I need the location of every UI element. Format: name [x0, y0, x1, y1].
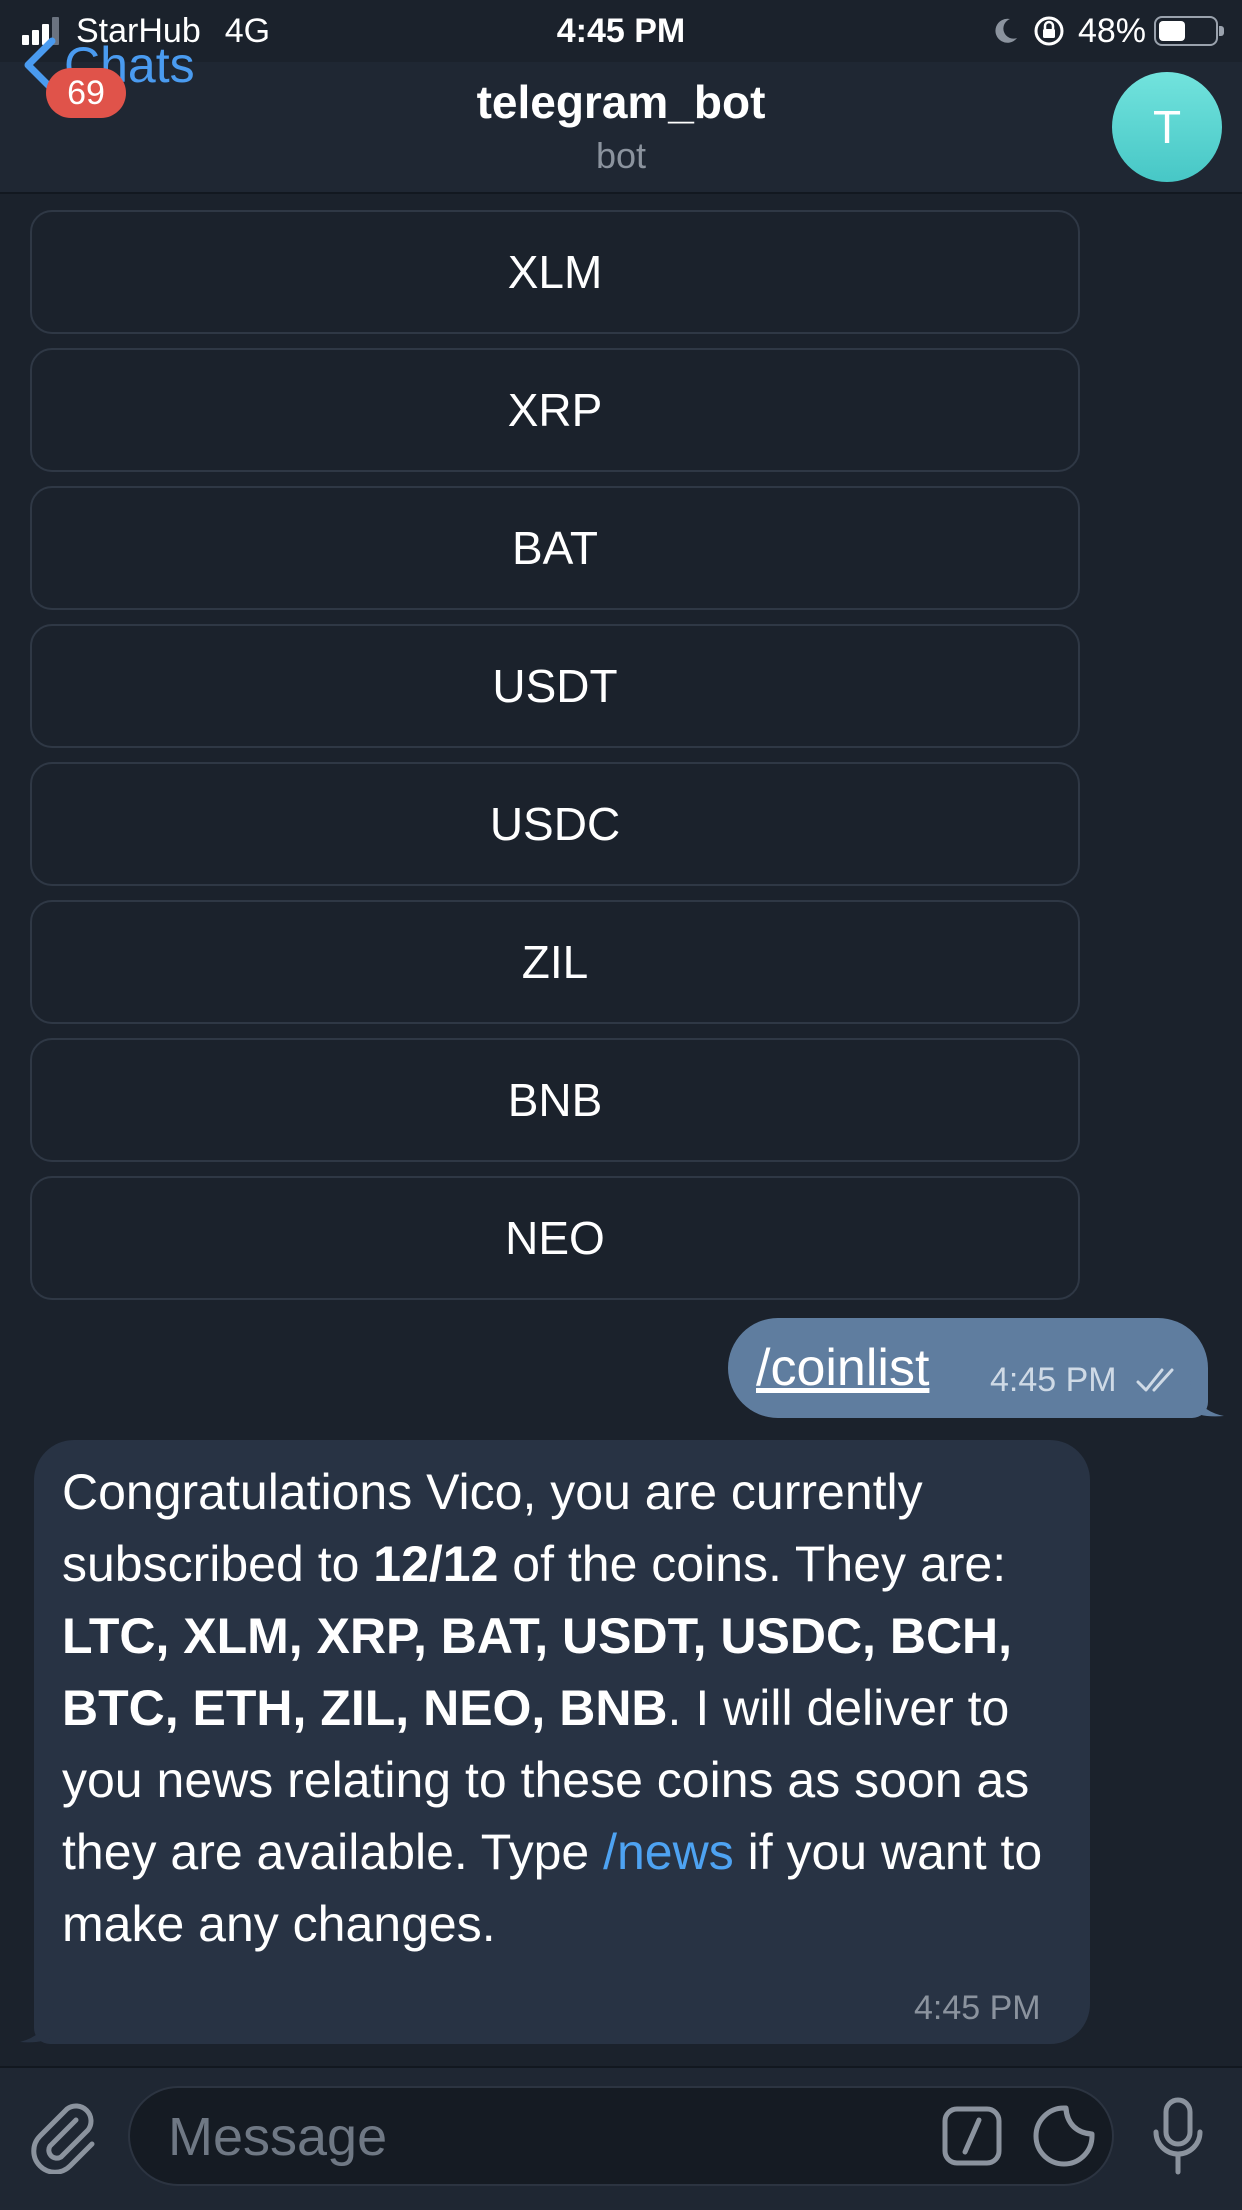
avatar[interactable]: T [1112, 72, 1222, 182]
bot-commands-icon[interactable] [942, 2106, 1002, 2166]
bubble-tail [20, 2004, 54, 2043]
outgoing-message-time: 4:45 PM [990, 1361, 1117, 1399]
incoming-message-time: 4:45 PM [914, 1989, 1041, 2027]
sticker-icon[interactable] [1032, 2104, 1096, 2168]
chat-subtitle: bot [595, 135, 647, 176]
do-not-disturb-moon-icon [995, 18, 1017, 43]
keyboard-button-usdc[interactable]: USDC [30, 762, 1080, 886]
keyboard-button-bnb[interactable]: BNB [30, 1038, 1080, 1162]
keyboard-button-bat[interactable]: BAT [30, 486, 1080, 610]
keyboard-button-xrp[interactable]: XRP [30, 348, 1080, 472]
keyboard-button-usdt[interactable]: USDT [30, 624, 1080, 748]
message-input[interactable] [166, 2106, 930, 2168]
unread-badge: 69 [46, 68, 126, 118]
keyboard-button-zil[interactable]: ZIL [30, 900, 1080, 1024]
keyboard-button-xlm[interactable]: XLM [30, 210, 1080, 334]
battery-icon [1154, 16, 1224, 46]
message-text-part: of the coins. They are: [498, 1536, 1007, 1592]
double-check-read-icon [1136, 1368, 1174, 1392]
bubble-tail [1190, 1380, 1224, 1417]
subscription-count: 12/12 [373, 1536, 499, 1592]
news-command-link[interactable]: /news [603, 1824, 734, 1880]
microphone-icon[interactable] [1148, 2096, 1208, 2178]
paperclip-attach-icon[interactable] [30, 2100, 100, 2174]
rotation-lock-icon [1034, 16, 1064, 46]
incoming-message-text: Congratulations Vico, you are currently … [62, 1456, 1072, 1960]
outgoing-message-command[interactable]: /coinlist [756, 1338, 929, 1398]
keyboard-button-neo[interactable]: NEO [30, 1176, 1080, 1300]
chat-title[interactable]: telegram_bot [0, 72, 1242, 132]
battery-percent: 48% [1077, 11, 1146, 50]
